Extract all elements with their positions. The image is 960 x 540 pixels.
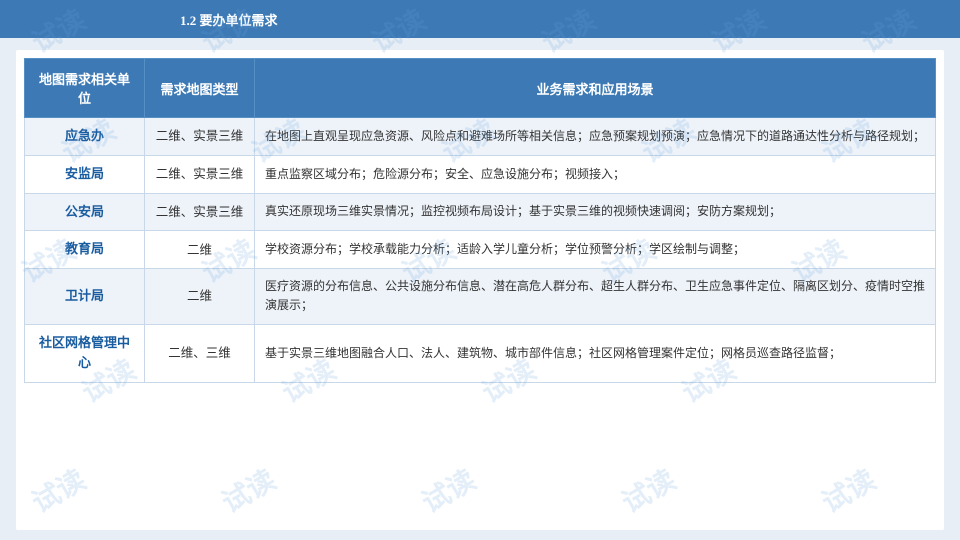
cell-description: 在地图上直观呈现应急资源、风险点和避难场所等相关信息；应急预案规划预演；应急情况… <box>255 118 936 156</box>
cell-unit: 应急办 <box>25 118 145 156</box>
cell-unit: 社区网格管理中心 <box>25 324 145 383</box>
table-row: 安监局二维、实景三维重点监察区域分布；危险源分布；安全、应急设施分布；视频接入； <box>25 155 936 193</box>
cell-description: 重点监察区域分布；危险源分布；安全、应急设施分布；视频接入； <box>255 155 936 193</box>
col-header-maptype: 需求地图类型 <box>145 59 255 118</box>
cell-unit: 安监局 <box>25 155 145 193</box>
cell-maptype: 二维、三维 <box>145 324 255 383</box>
cell-maptype: 二维、实景三维 <box>145 155 255 193</box>
col-header-unit: 地图需求相关单位 <box>25 59 145 118</box>
cell-maptype: 二维 <box>145 231 255 269</box>
page-wrapper: 试读 试读 试读 试读 试读 试读 试读 试读 试读 试读 试读 试读 试读 试… <box>0 0 960 540</box>
header-title: 1.2 要办单位需求 <box>180 10 278 29</box>
table-row: 应急办二维、实景三维在地图上直观呈现应急资源、风险点和避难场所等相关信息；应急预… <box>25 118 936 156</box>
content-area: 地图需求相关单位 需求地图类型 业务需求和应用场景 应急办二维、实景三维在地图上… <box>16 50 944 530</box>
table-header-row: 地图需求相关单位 需求地图类型 业务需求和应用场景 <box>25 59 936 118</box>
table-row: 教育局二维学校资源分布；学校承载能力分析；适龄入学儿童分析；学位预警分析；学区绘… <box>25 231 936 269</box>
cell-maptype: 二维、实景三维 <box>145 118 255 156</box>
requirements-table: 地图需求相关单位 需求地图类型 业务需求和应用场景 应急办二维、实景三维在地图上… <box>24 58 936 383</box>
table-row: 卫计局二维医疗资源的分布信息、公共设施分布信息、潜在高危人群分布、超生人群分布、… <box>25 269 936 324</box>
col-header-description: 业务需求和应用场景 <box>255 59 936 118</box>
cell-description: 真实还原现场三维实景情况；监控视频布局设计；基于实景三维的视频快速调阅；安防方案… <box>255 193 936 231</box>
cell-unit: 教育局 <box>25 231 145 269</box>
cell-maptype: 二维、实景三维 <box>145 193 255 231</box>
cell-description: 学校资源分布；学校承载能力分析；适龄入学儿童分析；学位预警分析；学区绘制与调整； <box>255 231 936 269</box>
table-row: 社区网格管理中心二维、三维基于实景三维地图融合人口、法人、建筑物、城市部件信息；… <box>25 324 936 383</box>
table-row: 公安局二维、实景三维真实还原现场三维实景情况；监控视频布局设计；基于实景三维的视… <box>25 193 936 231</box>
cell-description: 基于实景三维地图融合人口、法人、建筑物、城市部件信息；社区网格管理案件定位；网格… <box>255 324 936 383</box>
cell-unit: 公安局 <box>25 193 145 231</box>
header-bar: 1.2 要办单位需求 <box>0 0 960 38</box>
cell-unit: 卫计局 <box>25 269 145 324</box>
cell-maptype: 二维 <box>145 269 255 324</box>
cell-description: 医疗资源的分布信息、公共设施分布信息、潜在高危人群分布、超生人群分布、卫生应急事… <box>255 269 936 324</box>
